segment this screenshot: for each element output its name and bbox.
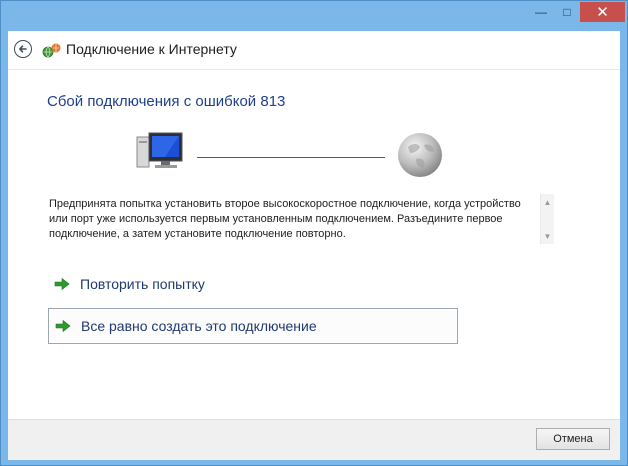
green-arrow-icon [55,319,71,333]
message-scrollbar[interactable]: ▲ ▼ [540,194,554,244]
connection-line [197,157,385,158]
green-arrow-icon [54,277,70,291]
create-anyway-label: Все равно создать это подключение [81,318,317,334]
dialog-window: — □ ✕ Подключение к Интернету Сбой подкл… [0,0,628,466]
retry-action[interactable]: Повторить попытку [48,266,456,302]
minimize-button[interactable]: — [528,2,554,22]
error-message-text: Предпринята попытка установить второе вы… [49,198,521,240]
error-message-box: Предпринята попытка установить второе вы… [43,194,555,244]
scroll-down-arrow-icon[interactable]: ▼ [541,230,554,242]
back-button[interactable] [14,40,32,58]
close-button[interactable]: ✕ [580,2,625,22]
dialog-footer: Отмена [8,419,620,460]
computer-icon [136,132,183,168]
globe-icon [398,133,442,177]
create-anyway-action[interactable]: Все равно создать это подключение [48,308,458,344]
content-area: Сбой подключения с ошибкой 813 Предприня… [8,70,620,419]
maximize-button[interactable]: □ [554,2,580,22]
window-title: Подключение к Интернету [66,41,237,57]
navigation-bar: Подключение к Интернету [8,31,620,70]
scroll-up-arrow-icon[interactable]: ▲ [541,196,554,208]
back-arrow-icon [19,45,27,53]
network-connection-icon [42,43,61,58]
retry-label: Повторить попытку [80,276,205,292]
error-heading: Сбой подключения с ошибкой 813 [47,93,286,110]
title-bar[interactable]: — □ ✕ [1,1,627,31]
cancel-button[interactable]: Отмена [536,428,610,450]
